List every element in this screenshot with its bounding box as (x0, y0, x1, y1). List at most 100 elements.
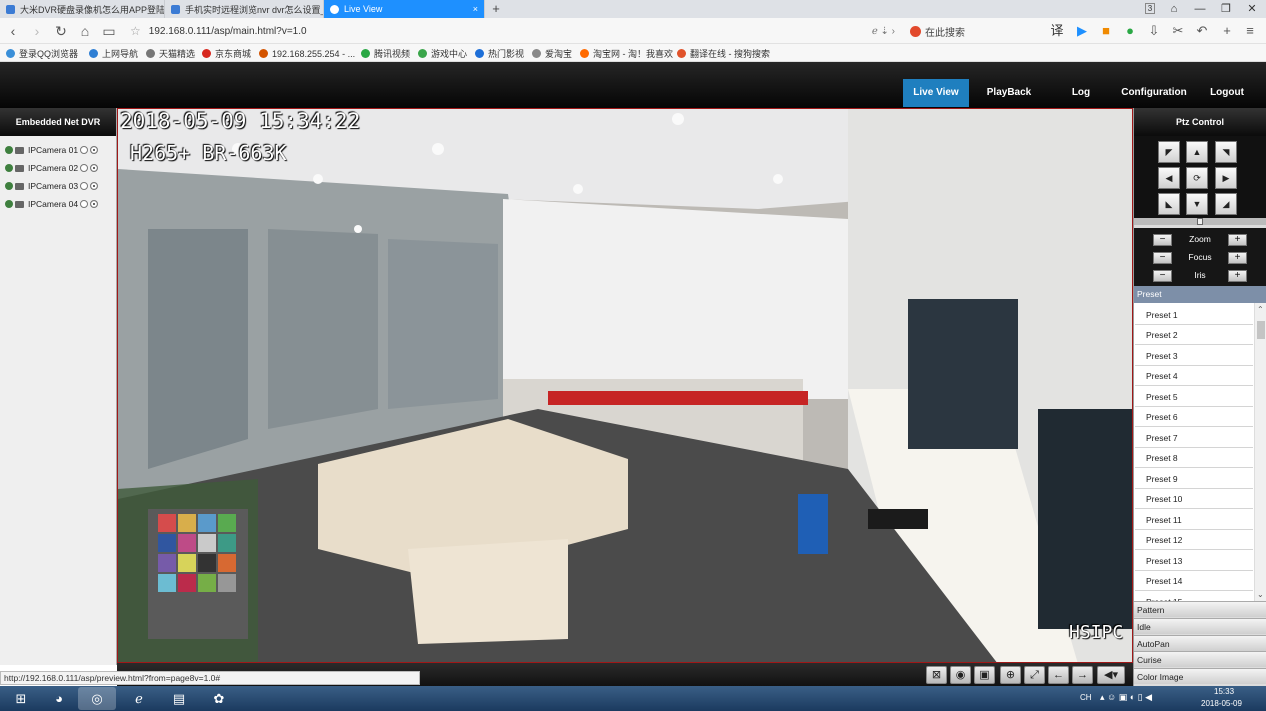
bookmark-nav[interactable]: 上网导航 (89, 47, 138, 60)
bookmark-taobao[interactable]: 淘宝网 - 淘！我喜欢 (580, 47, 673, 60)
home-icon[interactable]: ⌂ (75, 21, 95, 41)
preset-item[interactable]: Preset 15 (1135, 592, 1253, 601)
zoom-in-icon[interactable]: ⊕ (1000, 666, 1021, 684)
menu-playback[interactable]: PlayBack (977, 79, 1041, 107)
qq-browser-app-icon[interactable]: ◎ (78, 687, 116, 710)
autopan-section[interactable]: AutoPan (1134, 635, 1266, 651)
bookmark-games[interactable]: 游戏中心 (418, 47, 467, 60)
ptz-speed-handle[interactable] (1197, 218, 1203, 225)
stream-sub-radio[interactable] (90, 200, 99, 208)
minimize-button[interactable]: — (1188, 0, 1212, 18)
iris-open-button[interactable]: + (1228, 270, 1247, 282)
idle-section[interactable]: Idle (1134, 618, 1266, 634)
ptz-up-button[interactable]: ▲ (1186, 141, 1208, 163)
explorer-app-icon[interactable]: ▤ (160, 687, 198, 710)
pattern-section[interactable]: Pattern (1134, 601, 1266, 617)
close-tab-icon[interactable]: × (467, 4, 478, 14)
fullscreen-icon[interactable]: ⤢ (1024, 666, 1045, 684)
reader-icon[interactable]: ▭ (99, 21, 119, 41)
stream-sub-radio[interactable] (90, 164, 99, 172)
cruise-section[interactable]: Curise (1134, 651, 1266, 667)
bookmark-tencent-video[interactable]: 腾讯视频 (361, 47, 410, 60)
preset-item[interactable]: Preset 2 (1135, 325, 1253, 345)
menu-logout[interactable]: Logout (1203, 79, 1251, 107)
zoom-out-button[interactable]: − (1153, 234, 1172, 246)
bookmark-translate[interactable]: 翻译在线 - 搜狗搜索 (677, 47, 770, 60)
menu-live-view[interactable]: Live View (903, 79, 969, 107)
scroll-down-icon[interactable]: ⌄ (1257, 590, 1264, 599)
ptz-down-button[interactable]: ▼ (1186, 193, 1208, 215)
stream-sub-radio[interactable] (90, 146, 99, 154)
download-icon[interactable]: ⇩ (1145, 22, 1163, 40)
bookmark-router[interactable]: 192.168.255.254 - ... (259, 47, 355, 60)
preset-item[interactable]: Preset 11 (1135, 510, 1253, 530)
camera-item-03[interactable]: IPCamera 03 (5, 179, 99, 193)
ptz-right-button[interactable]: ▶ (1215, 167, 1237, 189)
ptz-up-right-button[interactable]: ◥ (1215, 141, 1237, 163)
zoom-in-button[interactable]: + (1228, 234, 1247, 246)
ptz-auto-button[interactable]: ⟳ (1186, 167, 1208, 189)
iris-close-button[interactable]: − (1153, 270, 1172, 282)
stream-sub-radio[interactable] (90, 182, 99, 190)
stop-all-icon[interactable]: ⊠ (926, 666, 947, 684)
wechat-icon[interactable]: ● (1121, 22, 1139, 40)
preset-item[interactable]: Preset 4 (1135, 366, 1253, 386)
ptz-down-left-button[interactable]: ◣ (1158, 193, 1180, 215)
record-icon[interactable]: ▣ (974, 666, 995, 684)
focus-near-button[interactable]: − (1153, 252, 1172, 264)
translate-icon[interactable]: 译 (1048, 22, 1066, 40)
ie-app-icon[interactable]: ℯ (120, 687, 158, 710)
menu-configuration[interactable]: Configuration (1117, 79, 1191, 107)
live-video-view[interactable]: 2018-05-09 15:34:22 H265+ BR-663K HSIPC (117, 108, 1133, 663)
stream-main-radio[interactable] (80, 200, 89, 208)
preset-scrollbar[interactable]: ⌃ ⌄ (1254, 303, 1266, 601)
ptz-down-right-button[interactable]: ◢ (1215, 193, 1237, 215)
maximize-button[interactable]: ❐ (1214, 0, 1238, 18)
tray-icons[interactable]: ▴ ☺ ▣ ◐ ▯ ◀ (1100, 692, 1152, 703)
ptz-left-button[interactable]: ◀ (1158, 167, 1180, 189)
preset-item[interactable]: Preset 9 (1135, 469, 1253, 489)
forward-icon[interactable]: › (27, 21, 47, 41)
browser-tab-1[interactable]: 大米DVR硬盘录像机怎么用APP登陆_ × (0, 0, 165, 18)
volume-icon[interactable]: ◀▾ (1097, 666, 1125, 684)
camera-item-01[interactable]: IPCamera 01 (5, 143, 99, 157)
preset-item[interactable]: Preset 3 (1135, 346, 1253, 366)
bookmark-qq-login[interactable]: 登录QQ浏览器 (6, 47, 78, 60)
menu-icon[interactable]: ≡ (1241, 22, 1259, 40)
bookmark-jd[interactable]: 京东商城 (202, 47, 251, 60)
back-icon[interactable]: ‹ (3, 21, 23, 41)
snapshot-icon[interactable]: ◉ (950, 666, 971, 684)
ptz-up-left-button[interactable]: ◤ (1158, 141, 1180, 163)
new-tab-button[interactable]: + (487, 0, 505, 18)
preset-item[interactable]: Preset 7 (1135, 428, 1253, 448)
skin-icon[interactable]: ⌂ (1162, 0, 1186, 18)
stream-main-radio[interactable] (80, 146, 89, 154)
reload-icon[interactable]: ↻ (51, 21, 71, 41)
extensions-icon[interactable]: ✂ (1169, 22, 1187, 40)
start-button[interactable]: ⊞ (2, 687, 40, 710)
add-icon[interactable]: + (1218, 22, 1236, 40)
preset-item[interactable]: Preset 14 (1135, 571, 1253, 591)
close-window-button[interactable]: ✕ (1240, 0, 1264, 18)
preset-item[interactable]: Preset 13 (1135, 551, 1253, 571)
url-field[interactable]: ☆ 192.168.0.111/asp/main.html?v=1.0 ℯ ⇣ … (130, 21, 905, 41)
url-actions-icon[interactable]: ℯ ⇣ › (872, 26, 895, 37)
undo-icon[interactable]: ↶ (1193, 22, 1211, 40)
qq-app-icon[interactable]: ◕ (40, 687, 78, 710)
bookmark-aitaobao[interactable]: 爱淘宝 (532, 47, 572, 60)
preset-item[interactable]: Preset 5 (1135, 387, 1253, 407)
preset-item[interactable]: Preset 8 (1135, 448, 1253, 468)
scroll-up-icon[interactable]: ⌃ (1257, 305, 1264, 314)
preset-header[interactable]: Preset (1134, 286, 1266, 303)
prev-icon[interactable]: ← (1048, 666, 1069, 684)
language-indicator[interactable]: CH (1080, 693, 1092, 702)
preset-item[interactable]: Preset 1 (1135, 305, 1253, 325)
color-image-section[interactable]: Color Image (1134, 668, 1266, 684)
camera-item-02[interactable]: IPCamera 02 (5, 161, 99, 175)
scroll-thumb[interactable] (1257, 321, 1265, 339)
play-icon[interactable]: ▶ (1073, 22, 1091, 40)
browser-tab-2[interactable]: 手机实时远程浏览nvr dvr怎么设置_百 × (165, 0, 324, 18)
focus-far-button[interactable]: + (1228, 252, 1247, 264)
browser-tab-3[interactable]: Live View × (324, 0, 485, 18)
next-icon[interactable]: → (1072, 666, 1093, 684)
